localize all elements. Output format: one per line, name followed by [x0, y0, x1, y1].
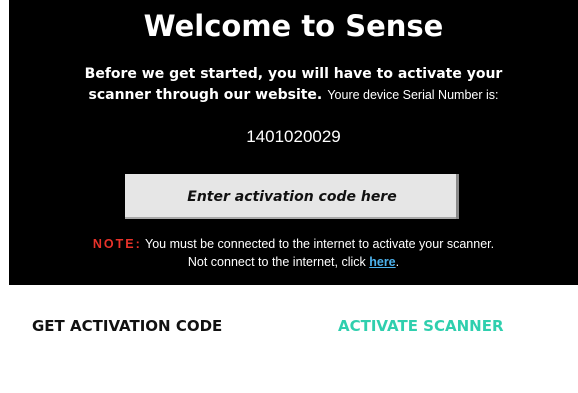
get-activation-code-button[interactable]: GET ACTIVATION CODE — [32, 317, 222, 335]
note-text: You must be connected to the internet to… — [145, 237, 495, 251]
intro-line-1: Before we get started, you will have to … — [84, 66, 503, 82]
serial-label: Youre device Serial Number is: — [327, 88, 499, 102]
activation-panel: Welcome to Sense Before we get started, … — [9, 0, 578, 285]
offline-here-link[interactable]: here — [369, 255, 395, 269]
intro-line-2-bold: scanner through our website. — [88, 87, 323, 103]
note-line-2: Not connect to the internet, click here. — [9, 253, 578, 271]
welcome-title: Welcome to Sense — [143, 9, 444, 43]
connection-note: NOTE: You must be connected to the inter… — [9, 235, 578, 271]
offline-suffix: . — [395, 255, 400, 269]
activation-code-input[interactable] — [125, 174, 459, 219]
action-bar: GET ACTIVATION CODE ACTIVATE SCANNER — [0, 317, 578, 347]
intro-line-2: scanner through our website. Youre devic… — [9, 84, 578, 105]
activate-scanner-button[interactable]: ACTIVATE SCANNER — [338, 317, 504, 335]
intro-text: Before we get started, you will have to … — [9, 64, 578, 105]
note-line-1: NOTE: You must be connected to the inter… — [9, 235, 578, 253]
serial-number: 1401020029 — [246, 127, 341, 146]
offline-text: Not connect to the internet, click — [187, 255, 366, 269]
note-label: NOTE: — [92, 237, 142, 251]
